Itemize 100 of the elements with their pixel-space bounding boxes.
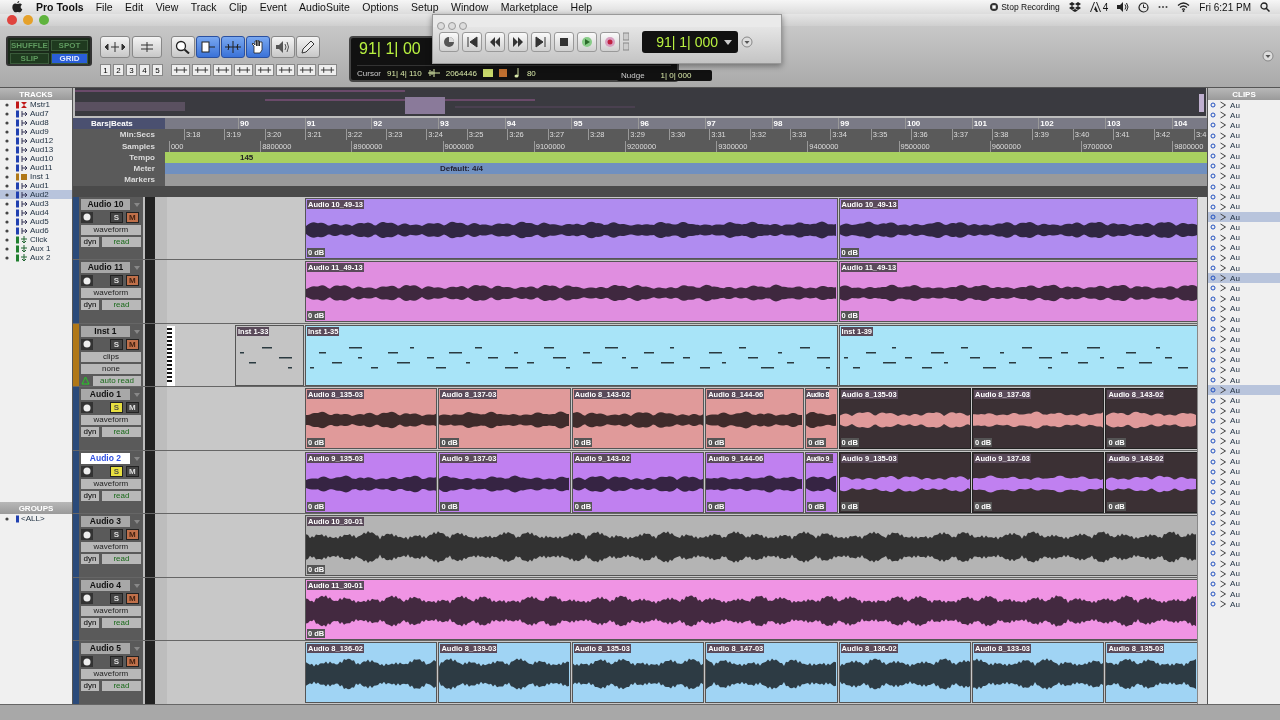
track-list-item[interactable]: Aud7 bbox=[0, 109, 72, 118]
track-name[interactable]: Audio 4 bbox=[80, 579, 130, 591]
mute-button[interactable]: M bbox=[125, 592, 139, 604]
solo-button[interactable]: S bbox=[109, 275, 123, 287]
track-list-item[interactable]: Aud6 bbox=[0, 226, 72, 235]
group-item[interactable]: <ALL> bbox=[0, 514, 72, 523]
ruler[interactable]: 145 bbox=[164, 151, 1208, 164]
clip-list-item[interactable]: Au bbox=[1208, 558, 1280, 569]
automation-selector[interactable]: read bbox=[101, 490, 141, 501]
clip-list-item[interactable]: Au bbox=[1208, 212, 1280, 223]
playlist-button[interactable]: dyn bbox=[80, 617, 99, 628]
clip-list-item[interactable]: Au bbox=[1208, 466, 1280, 477]
clip-list-item[interactable]: Au bbox=[1208, 150, 1280, 162]
menu-item[interactable]: Event bbox=[259, 1, 287, 13]
clip-list-item[interactable]: Au bbox=[1208, 507, 1280, 518]
clip-list-item[interactable]: Au bbox=[1208, 252, 1280, 263]
clip-list-item[interactable]: Au bbox=[1208, 313, 1280, 325]
zoom-preset-button[interactable]: 3 bbox=[126, 64, 137, 76]
track-list-item[interactable]: Click bbox=[0, 235, 72, 244]
clip-list-item[interactable]: Au bbox=[1208, 232, 1280, 243]
clip-list-item[interactable]: Au bbox=[1208, 100, 1280, 111]
clip-list-item[interactable]: Au bbox=[1208, 446, 1280, 457]
clip-list-item[interactable]: Au bbox=[1208, 120, 1280, 131]
clip-list-item[interactable]: Au bbox=[1208, 426, 1280, 437]
menu-item[interactable]: AudioSuite bbox=[299, 1, 350, 13]
clip-list-item[interactable]: Au bbox=[1208, 568, 1280, 579]
tempo-marker[interactable]: 145 bbox=[239, 151, 254, 163]
menu-item[interactable]: File bbox=[95, 1, 113, 13]
stop-recording-item[interactable]: Stop Recording bbox=[1001, 2, 1060, 12]
playlist-button[interactable]: dyn bbox=[80, 554, 99, 565]
mute-button[interactable]: M bbox=[125, 338, 139, 350]
input-selector[interactable]: none bbox=[80, 363, 141, 374]
automation-selector[interactable]: read bbox=[101, 617, 141, 628]
clip-list-item[interactable]: Au bbox=[1208, 181, 1280, 192]
clip-list-item[interactable]: Au bbox=[1208, 201, 1280, 213]
track-name[interactable]: Audio 11 bbox=[80, 262, 130, 274]
clip-list-item[interactable]: Au bbox=[1208, 578, 1280, 589]
zoom-preset-button[interactable]: 4 bbox=[139, 64, 150, 76]
automation-selector[interactable]: read bbox=[101, 554, 141, 565]
automation-selector[interactable]: read bbox=[101, 681, 141, 692]
clip-list-item[interactable]: Au bbox=[1208, 293, 1280, 304]
transport-counter[interactable]: 91| 1| 000 bbox=[642, 31, 738, 53]
clip-list-item[interactable]: Au bbox=[1208, 548, 1280, 559]
menu-item[interactable]: View bbox=[155, 1, 179, 13]
clip-list-item[interactable]: Au bbox=[1208, 476, 1280, 488]
track-list-item[interactable]: Aud1 bbox=[0, 181, 72, 190]
view-selector[interactable]: waveform bbox=[80, 669, 141, 680]
solo-button[interactable]: S bbox=[109, 338, 123, 350]
clip-list-item[interactable]: Au bbox=[1208, 395, 1280, 406]
menu-item[interactable]: Help bbox=[570, 1, 593, 13]
clip-list-item[interactable]: Au bbox=[1208, 375, 1280, 386]
mute-button[interactable]: M bbox=[125, 211, 139, 223]
track-list-item[interactable]: Aud9 bbox=[0, 127, 72, 136]
solo-button[interactable]: S bbox=[109, 529, 123, 541]
clip-list-item[interactable]: Au bbox=[1208, 303, 1280, 314]
view-selector[interactable]: waveform bbox=[80, 478, 141, 489]
clip-list-item[interactable]: Au bbox=[1208, 599, 1280, 610]
clip-list-item[interactable]: Au bbox=[1208, 324, 1280, 335]
menu-clock[interactable]: Fri 6:21 PM bbox=[1199, 1, 1251, 13]
zoom-preset-button[interactable]: 5 bbox=[152, 64, 163, 76]
clip-list-item[interactable]: Au bbox=[1208, 487, 1280, 498]
edit-mode-button[interactable]: SLIP bbox=[10, 53, 49, 64]
track-name[interactable]: Audio 2 bbox=[80, 452, 130, 464]
nudge-field[interactable]: Nudge 1| 0| 000 bbox=[617, 70, 712, 81]
edit-mode-button[interactable]: GRID bbox=[50, 53, 88, 64]
clip-list-item[interactable]: Au bbox=[1208, 497, 1280, 508]
zoom-preset-button[interactable]: 1 bbox=[100, 64, 111, 76]
clip-list-item[interactable]: Au bbox=[1208, 517, 1280, 528]
clip-list-item[interactable]: Au bbox=[1208, 273, 1280, 284]
clip-list-item[interactable]: Au bbox=[1208, 171, 1280, 182]
track-list-item[interactable]: Aud4 bbox=[0, 208, 72, 217]
clip-list-item[interactable]: Au bbox=[1208, 456, 1280, 467]
track-list-item[interactable]: Aux 1 bbox=[0, 244, 72, 253]
view-selector[interactable]: waveform bbox=[80, 605, 141, 616]
clip-list-item[interactable]: Au bbox=[1208, 364, 1280, 376]
track-list-item[interactable]: Aud11 bbox=[0, 163, 72, 172]
clip-list-item[interactable]: Au bbox=[1208, 415, 1280, 426]
track-list-item[interactable]: Aux 2 bbox=[0, 253, 72, 262]
track-name[interactable]: Audio 10 bbox=[80, 198, 130, 210]
menu-item[interactable]: Edit bbox=[125, 1, 144, 13]
track-list-item[interactable]: Aud12 bbox=[0, 136, 72, 145]
mute-button[interactable]: M bbox=[125, 402, 139, 414]
playlist-button[interactable]: dyn bbox=[80, 427, 99, 438]
menu-item[interactable]: Track bbox=[190, 1, 217, 13]
ruler-label[interactable]: Tempo bbox=[72, 151, 165, 164]
clip-list-item[interactable]: Au bbox=[1208, 538, 1280, 549]
ruler-label[interactable]: Meter bbox=[72, 163, 165, 175]
track-list-item[interactable]: Aud2 bbox=[0, 190, 72, 199]
clip-list-item[interactable]: Au bbox=[1208, 140, 1280, 151]
solo-button[interactable]: S bbox=[109, 465, 123, 477]
meter-marker[interactable]: Default: 4/4 bbox=[439, 163, 484, 175]
edit-mode-button[interactable]: SPOT bbox=[50, 40, 88, 51]
menu-item[interactable]: Clip bbox=[229, 1, 248, 13]
mute-button[interactable]: M bbox=[125, 465, 139, 477]
clip-list-item[interactable]: Au bbox=[1208, 283, 1280, 294]
track-list-item[interactable]: Aud5 bbox=[0, 217, 72, 226]
menu-item[interactable]: Marketplace bbox=[500, 1, 559, 13]
menu-item[interactable]: Options bbox=[362, 1, 399, 13]
clip-list-item[interactable]: Au bbox=[1208, 242, 1280, 253]
menu-item[interactable]: Setup bbox=[411, 1, 439, 13]
